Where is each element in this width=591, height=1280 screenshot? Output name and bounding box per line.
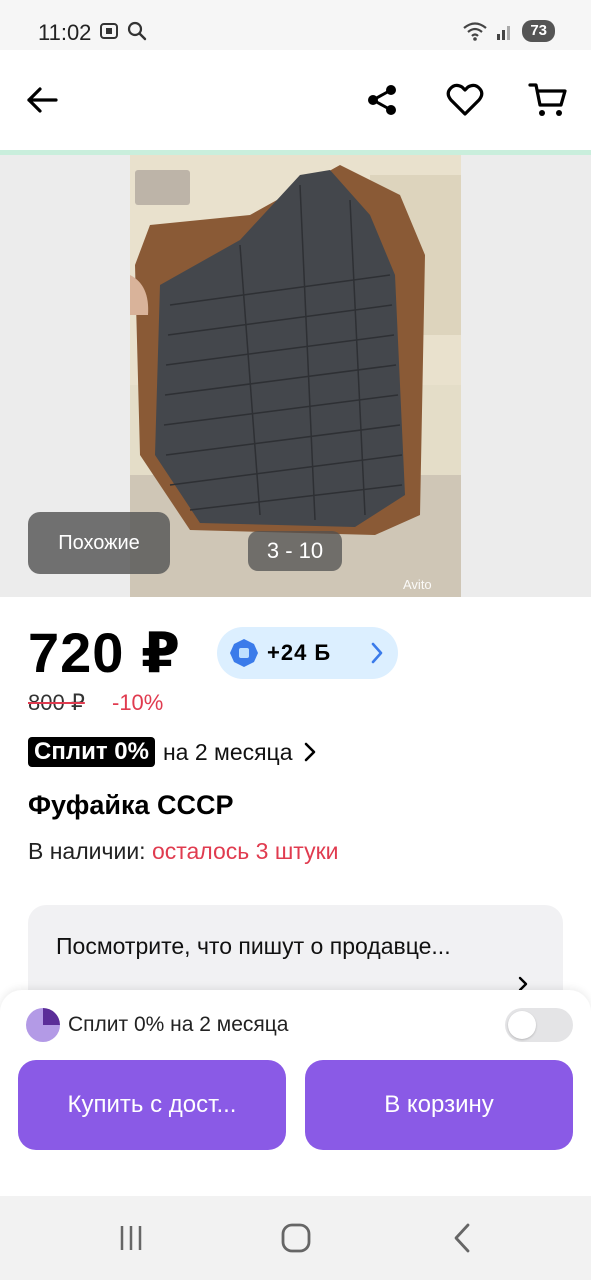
photo-gallery[interactable]: Похожие 3 - 10 Avito — [0, 150, 591, 597]
split-badge: Сплит 0% — [28, 737, 155, 767]
home-icon — [281, 1223, 311, 1253]
stock-remaining: осталось 3 штуки — [151, 838, 339, 864]
discount-percent: -10% — [112, 690, 164, 715]
heart-icon — [446, 83, 484, 116]
battery-badge: 73 — [522, 20, 555, 42]
chevron-right-icon — [371, 642, 383, 664]
price: 720 ₽ — [28, 621, 181, 684]
screenshot-icon — [100, 23, 118, 39]
bonus-icon — [230, 639, 258, 667]
similar-button[interactable]: Похожие — [28, 512, 170, 574]
wifi-icon — [463, 22, 488, 41]
split-toggle[interactable] — [505, 1008, 573, 1042]
cart-button[interactable] — [526, 78, 570, 122]
favorite-button[interactable] — [443, 78, 487, 122]
stock-status: В наличии: осталось 3 штуки — [28, 838, 339, 865]
purchase-sheet: Сплит 0% на 2 месяца Купить с дост... В … — [0, 990, 591, 1200]
recents-button[interactable] — [111, 1218, 151, 1258]
buy-with-delivery-button[interactable]: Купить с дост... — [18, 1060, 286, 1150]
top-bar — [0, 50, 591, 150]
home-button[interactable] — [276, 1218, 316, 1258]
back-button[interactable] — [20, 78, 64, 122]
system-back-button[interactable] — [442, 1218, 482, 1258]
avito-watermark: Avito — [403, 577, 432, 592]
add-to-cart-button[interactable]: В корзину — [305, 1060, 573, 1150]
old-price: 800 ₽ — [28, 690, 85, 715]
back-icon — [454, 1223, 470, 1253]
sheet-split-option: Сплит 0% на 2 месяца — [26, 1008, 288, 1042]
system-navigation-bar — [0, 1196, 591, 1280]
status-icons-left — [98, 20, 148, 42]
bonus-amount: +24 Б — [267, 640, 332, 665]
split-term: на 2 месяца — [162, 738, 293, 765]
cart-icon — [528, 83, 567, 116]
search-status-icon — [127, 21, 147, 41]
sheet-split-label: Сплит 0% на 2 месяца — [68, 1013, 289, 1036]
stock-label: В наличии: — [28, 838, 146, 864]
status-time: 11:02 — [38, 20, 92, 45]
status-right: 73 — [462, 20, 555, 42]
toggle-knob — [508, 1011, 536, 1039]
signal-icon — [497, 26, 511, 40]
share-button[interactable] — [360, 78, 404, 122]
product-title: Фуфайка СССР — [28, 790, 234, 820]
bonus-badge[interactable]: +24 Б — [217, 627, 398, 679]
share-icon — [368, 85, 396, 115]
recents-icon — [120, 1226, 142, 1250]
chevron-right-icon — [304, 742, 315, 762]
photo-counter: 3 - 10 — [248, 531, 342, 571]
status-bar: 11:02 73 — [0, 0, 591, 50]
seller-reviews-text: Посмотрите, что пишут о продавце... — [56, 933, 451, 959]
split-payment-row[interactable]: Сплит 0% на 2 месяца — [28, 734, 317, 770]
split-pie-icon — [26, 1008, 60, 1042]
back-arrow-icon — [27, 87, 58, 113]
